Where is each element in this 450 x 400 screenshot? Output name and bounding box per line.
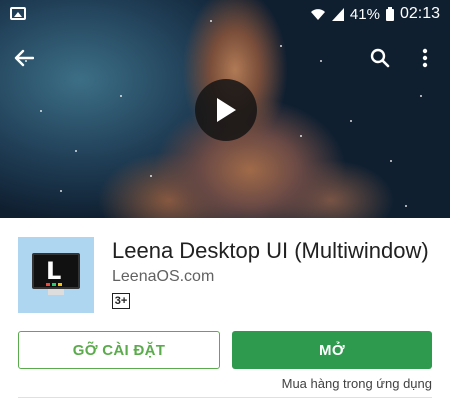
status-time: 02:13 [399,5,440,22]
play-video-button[interactable] [195,79,257,141]
back-button[interactable] [6,40,42,76]
gallery-icon [10,7,26,20]
uninstall-button[interactable]: GỠ CÀI ĐẶT [18,331,220,369]
more-vert-icon [422,48,428,68]
status-bar: 41% 02:13 [0,0,450,28]
developer-link[interactable]: LeenaOS.com [112,268,214,286]
back-arrow-icon [14,49,34,67]
app-icon: L [18,237,94,313]
signal-icon [331,7,344,21]
content-rating-badge[interactable]: 3+ [112,293,130,309]
search-button[interactable] [362,40,398,76]
divider [18,397,432,398]
app-icon-letter: L [46,257,62,285]
app-title: Leena Desktop UI (Multiwindow) [112,238,429,263]
battery-icon [385,7,394,21]
monitor-icon: L [32,253,80,297]
wifi-icon [310,7,326,21]
battery-percent: 41% [349,5,380,23]
more-options-button[interactable] [410,40,440,76]
in-app-purchase-note: Mua hàng trong ứng dụng [281,376,432,391]
play-icon [217,98,236,122]
search-icon [370,48,390,68]
open-button[interactable]: MỞ [232,331,432,369]
